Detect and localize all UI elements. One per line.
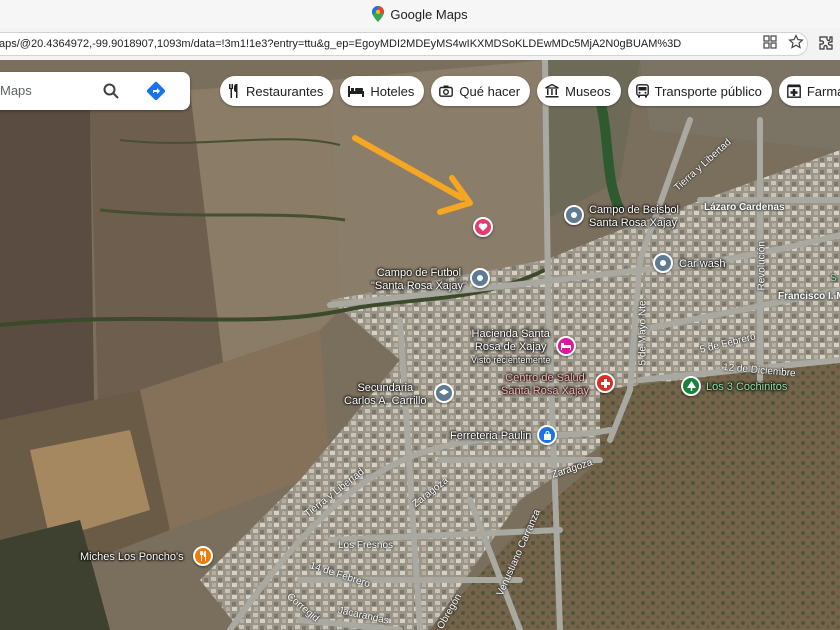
place-label-cochinitos[interactable]: Los 3 Cochinitos bbox=[706, 381, 787, 394]
street-label: Revolución bbox=[756, 241, 768, 291]
camera-icon bbox=[439, 85, 454, 97]
heart-icon bbox=[478, 223, 488, 231]
directions-icon[interactable] bbox=[146, 81, 166, 106]
chip-hoteles[interactable]: Hoteles bbox=[340, 76, 425, 106]
place-label-beisbol[interactable]: Campo de Beisbol Santa Rosa Xajay bbox=[589, 204, 679, 230]
pharmacy-icon bbox=[786, 84, 801, 98]
place-label-carwash[interactable]: Car wash bbox=[679, 258, 725, 271]
place-label-ferreteria[interactable]: Ferreteria Paulin bbox=[450, 430, 531, 443]
search-icon[interactable] bbox=[102, 82, 120, 105]
satellite-map[interactable]: Campo de Beisbol Santa Rosa Xajay Campo d… bbox=[0, 60, 840, 630]
hospital-icon bbox=[600, 378, 610, 388]
place-label-secundaria[interactable]: Secundaria Carlos A. Carrillo bbox=[344, 382, 427, 408]
place-pin-cochinitos[interactable] bbox=[681, 376, 701, 396]
place-pin-salud[interactable] bbox=[595, 373, 615, 393]
location-icon bbox=[571, 212, 577, 218]
extensions-icon[interactable] bbox=[818, 35, 834, 51]
street-label: S bbox=[830, 273, 837, 284]
bed-icon bbox=[348, 86, 365, 97]
chip-museos[interactable]: Museos bbox=[537, 76, 621, 106]
bus-icon bbox=[635, 84, 649, 98]
hotel-bed-icon bbox=[561, 343, 571, 350]
fork-knife-icon bbox=[229, 84, 238, 98]
search-input[interactable]: Maps bbox=[0, 83, 32, 98]
place-label-miches[interactable]: Miches Los Poncho's bbox=[80, 551, 184, 564]
google-maps-logo-icon bbox=[372, 6, 385, 22]
chip-que-hacer[interactable]: Qué hacer bbox=[431, 76, 531, 106]
apps-icon[interactable] bbox=[762, 34, 778, 50]
location-icon bbox=[477, 275, 483, 281]
place-label-salud[interactable]: Centro de Salud Santa Rosa Xajay bbox=[501, 372, 589, 398]
place-pin-beisbol[interactable] bbox=[564, 205, 584, 225]
street-label: Lázaro Cardenas bbox=[704, 202, 785, 213]
category-chips: Restaurantes Hoteles Qué hacer Museos Tr… bbox=[220, 76, 840, 106]
street-label: Los Fresnos bbox=[338, 540, 394, 551]
museum-icon bbox=[545, 84, 559, 98]
bookmark-star-icon[interactable] bbox=[788, 34, 804, 50]
fork-knife-icon bbox=[199, 551, 206, 561]
tree-icon bbox=[686, 381, 696, 391]
place-pin-carwash[interactable] bbox=[653, 253, 673, 273]
chip-restaurantes[interactable]: Restaurantes bbox=[220, 76, 334, 106]
place-pin-hacienda[interactable] bbox=[556, 336, 576, 356]
browser-address-bar: aps/@20.4364972,-99.9018907,1093m/data=!… bbox=[0, 28, 840, 61]
location-icon bbox=[660, 260, 666, 266]
place-pin-ferreteria[interactable] bbox=[537, 425, 557, 445]
place-label-hacienda[interactable]: Hacienda Santa Rosa de Xajay Visto recien… bbox=[471, 328, 550, 367]
place-pin-secundaria[interactable] bbox=[434, 383, 454, 403]
shopping-bag-icon bbox=[543, 430, 551, 440]
window-title-bar: Google Maps bbox=[0, 0, 840, 28]
place-label-futbol[interactable]: Campo de Futbol "Santa Rosa Xajay" bbox=[371, 267, 467, 293]
search-box[interactable]: Maps bbox=[0, 72, 190, 110]
url-field[interactable]: aps/@20.4364972,-99.9018907,1093m/data=!… bbox=[0, 32, 808, 56]
place-pin-futbol[interactable] bbox=[470, 268, 490, 288]
school-cap-icon bbox=[439, 389, 449, 395]
favorite-heart-pin[interactable] bbox=[473, 217, 493, 237]
place-pin-miches[interactable] bbox=[193, 546, 213, 566]
chip-transporte-publico[interactable]: Transporte público bbox=[627, 76, 772, 106]
chip-farmacias[interactable]: Farmacias bbox=[778, 76, 840, 106]
street-label: 5 de Mayo Nte. bbox=[637, 297, 649, 366]
window-title: Google Maps bbox=[390, 6, 468, 22]
street-label: Francisco I. M bbox=[778, 291, 840, 302]
